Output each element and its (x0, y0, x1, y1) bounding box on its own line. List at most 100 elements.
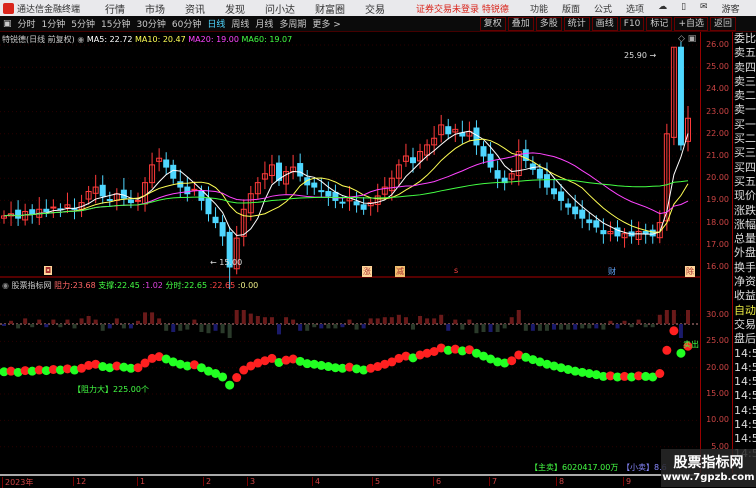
event-marker[interactable]: ◘ (44, 266, 53, 275)
event-marker[interactable]: s (453, 266, 459, 275)
legend-ma10: MA10: 20.47 (135, 35, 186, 44)
date-tick: 5 (372, 477, 380, 486)
support-label: 支撑: (98, 281, 117, 290)
event-marker[interactable]: 涨 (362, 266, 372, 277)
indicator-bar (516, 310, 521, 324)
quote-label: 买四 (734, 160, 756, 174)
indicator-bar (178, 324, 183, 331)
indicator-bar (72, 324, 77, 329)
indicator-bar (573, 324, 578, 330)
quote-label: 14:56 (734, 389, 756, 403)
quote-label: 买二 (734, 132, 756, 146)
resist-value: 23.68 (72, 281, 96, 290)
candle-body (120, 189, 127, 199)
quote-label: 净资 (734, 275, 756, 289)
indicator-bar (135, 320, 140, 324)
indicator-bar (227, 324, 232, 338)
candle-body (325, 191, 332, 197)
resist-label: 阻力: (54, 281, 73, 290)
indicator-name: 股票指标网 (11, 281, 52, 290)
indicator-bar (65, 319, 70, 324)
quote-label: 换手 (734, 260, 756, 274)
price-tick: 20.00 (706, 173, 729, 183)
indicator-bar (255, 316, 260, 324)
date-tick: 4 (312, 477, 320, 486)
indicator-bar (389, 317, 394, 324)
candle-body (558, 191, 565, 201)
indicator-bar (347, 319, 352, 324)
quote-label: 14:56 (734, 418, 756, 432)
indicator-bar (608, 320, 613, 324)
indicator-bar (262, 317, 267, 324)
candle-body (529, 163, 536, 170)
indicator-bar (509, 317, 514, 324)
candle-body (593, 220, 600, 228)
indicator-bar (206, 324, 211, 334)
indicator-bar (157, 318, 162, 324)
indicator-bar (657, 314, 662, 324)
date-tick: 2 (203, 477, 211, 486)
indicator-bar (30, 324, 35, 328)
quote-label: 现价 (734, 189, 756, 203)
indicator-bar (410, 324, 415, 330)
indicator-bar (396, 314, 401, 324)
legend-ma60: MA60: 19.07 (241, 35, 293, 44)
diamond-icon[interactable]: ◇ ▣ (678, 34, 696, 44)
indicator-bar (523, 324, 528, 331)
candle-body (15, 209, 22, 219)
indicator-bar (298, 324, 303, 331)
date-tick: 12 (73, 477, 86, 486)
indicator-bar (340, 324, 345, 328)
indicator-bar (51, 319, 56, 324)
candle-body (134, 199, 141, 202)
price-tick: 26.00 (706, 40, 729, 49)
candle-body (600, 230, 607, 235)
quote-label: 卖一 (734, 103, 756, 117)
indicator-bar (361, 324, 366, 329)
candle-body (579, 209, 586, 219)
candle-body (318, 190, 325, 193)
event-marker[interactable]: 财 (607, 266, 617, 277)
indicator-bar (671, 310, 676, 324)
indicator-dot (232, 373, 242, 383)
fs-value: 22.65 (184, 281, 208, 290)
support-value: 22.45 (116, 281, 140, 290)
quote-label: 14:56 (734, 432, 756, 446)
indicator-bar (100, 324, 105, 331)
kline-chart[interactable] (0, 0, 700, 474)
indicator-bar (403, 317, 408, 324)
candle-body (198, 190, 205, 201)
candle-body (50, 206, 57, 209)
indicator-bar (16, 324, 21, 329)
indicator-bar (650, 324, 655, 328)
candle-body (445, 126, 452, 135)
indicator-tick: 20.00 (706, 362, 729, 372)
candle-body (311, 182, 318, 188)
indicator-dot (655, 368, 665, 378)
sell-signal: 卖出 (683, 340, 699, 349)
high-price-label: 25.90 → (624, 51, 657, 60)
legend-title: 特锐德(日线 前复权) (2, 35, 75, 44)
indicator-dot (669, 326, 679, 336)
candle-body (191, 188, 198, 191)
user-guest[interactable]: 游客 (722, 2, 740, 15)
quote-label: 14:56 (734, 375, 756, 389)
indicator-bar (277, 324, 282, 335)
indicator-bar (566, 324, 571, 330)
event-marker[interactable]: 除 (685, 266, 695, 277)
message-icon[interactable]: ✉ (700, 2, 708, 15)
indicator-bar (544, 324, 549, 331)
settings-icon[interactable]: ◉ (77, 35, 84, 44)
back-button[interactable]: 返回 (709, 17, 736, 31)
indicator-bar (37, 319, 42, 324)
indicator-bar (495, 324, 500, 332)
candle-body (565, 203, 572, 208)
indicator-bar (79, 318, 84, 324)
date-tick: 9 (623, 477, 631, 486)
watermark: 股票指标网 www.7gpzb.com (661, 449, 756, 487)
date-tick: 8 (556, 477, 564, 486)
settings-icon[interactable]: ◉ (2, 281, 9, 290)
quote-label: 收益 (734, 289, 756, 303)
event-marker[interactable]: 减 (395, 266, 405, 277)
indicator-bar (234, 310, 239, 324)
